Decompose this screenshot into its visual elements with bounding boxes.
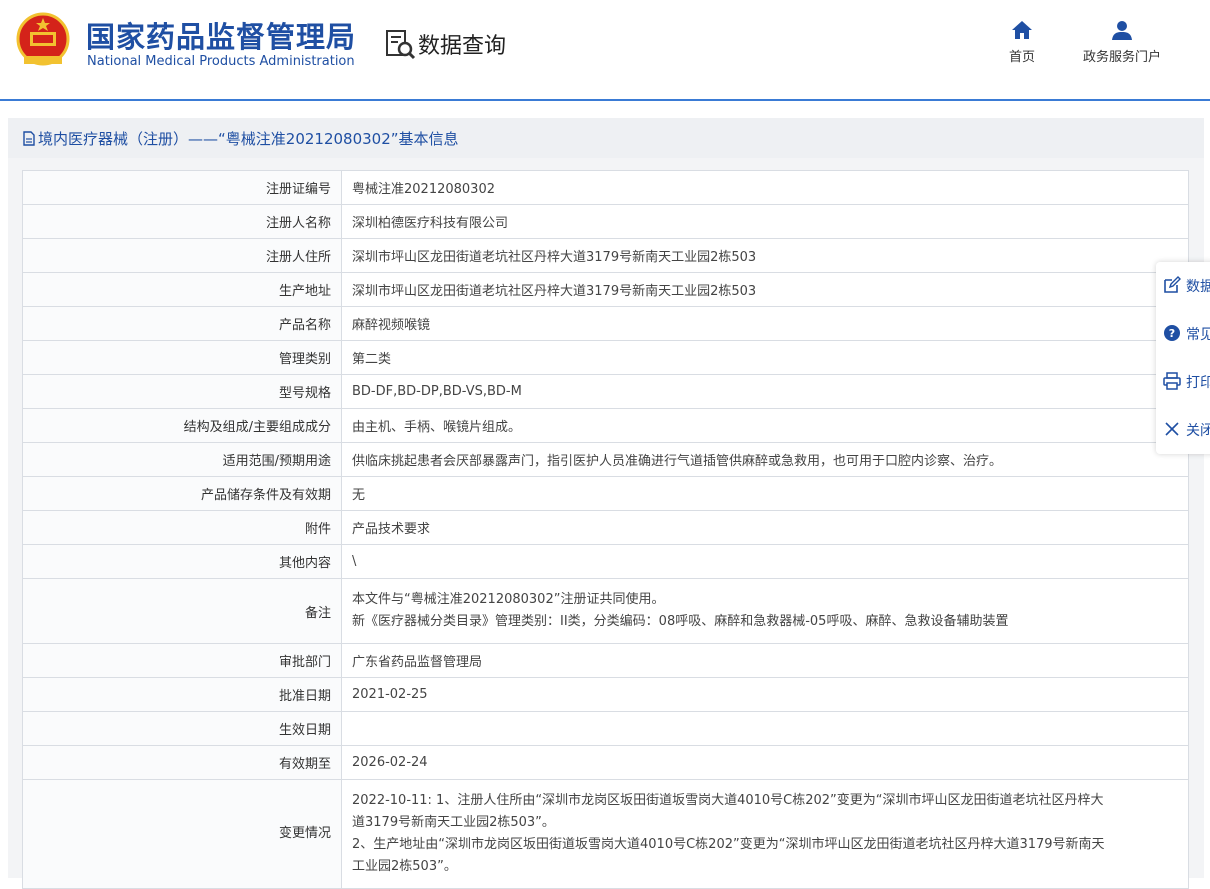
row-value: \ [341, 544, 1189, 579]
row-label: 管理类别 [22, 340, 342, 375]
table-row: 生产地址 深圳市坪山区龙田街道老坑社区丹梓大道3179号新南天工业园2栋503 [22, 272, 1189, 307]
table-row: 产品名称 麻醉视频喉镜 [22, 306, 1189, 341]
org-name-en: National Medical Products Administration [87, 54, 355, 69]
table-row: 管理类别 第二类 [22, 340, 1189, 375]
row-label: 变更情况 [22, 779, 342, 889]
toolbar-print-label: 打印 [1186, 375, 1210, 391]
row-label: 注册人名称 [22, 204, 342, 239]
row-label: 审批部门 [22, 643, 342, 678]
table-row: 注册证编号 粤械注准20212080302 [22, 170, 1189, 205]
row-value: 深圳市坪山区龙田街道老坑社区丹梓大道3179号新南天工业园2栋503 [341, 238, 1189, 273]
nav-portal-label: 政务服务门户 [1082, 50, 1161, 65]
row-value: 第二类 [341, 340, 1189, 375]
row-value: 2026-02-24 [341, 745, 1189, 780]
toolbar-close-label: 关闭 [1186, 423, 1210, 439]
table-row: 备注 本文件与“粤械注准20212080302”注册证共同使用。 新《医疗器械分… [22, 578, 1189, 644]
row-label: 附件 [22, 510, 342, 545]
toolbar-feedback-label: 数据 [1186, 279, 1210, 295]
table-row: 注册人名称 深圳柏德医疗科技有限公司 [22, 204, 1189, 239]
row-label: 注册人住所 [22, 238, 342, 273]
table-row: 有效期至 2026-02-24 [22, 745, 1189, 780]
row-label: 产品名称 [22, 306, 342, 341]
header-divider [0, 99, 1210, 101]
row-value-line: 2022-10-11: 1、注册人住所由“深圳市龙岗区坂田街道坂雪岗大道4010… [352, 793, 1104, 808]
table-row: 注册人住所 深圳市坪山区龙田街道老坑社区丹梓大道3179号新南天工业园2栋503 [22, 238, 1189, 273]
row-value: 本文件与“粤械注准20212080302”注册证共同使用。 新《医疗器械分类目录… [341, 578, 1189, 644]
info-table: 注册证编号 粤械注准20212080302 注册人名称 深圳柏德医疗科技有限公司… [22, 170, 1189, 889]
row-value: 无 [341, 476, 1189, 511]
data-query-icon [386, 30, 416, 60]
row-value: 深圳柏德医疗科技有限公司 [341, 204, 1189, 239]
document-icon [23, 131, 35, 146]
nav-home-label: 首页 [1008, 50, 1035, 65]
row-value: 麻醉视频喉镜 [341, 306, 1189, 341]
panel-title: 境内医疗器械（注册）——“粤械注准20212080302”基本信息 [22, 128, 459, 149]
row-value: 粤械注准20212080302 [341, 170, 1189, 205]
row-label: 批准日期 [22, 677, 342, 712]
toolbar-close-button[interactable]: 关闭 [1156, 406, 1210, 454]
edit-icon [1164, 276, 1181, 293]
org-name-cn: 国家药品监督管理局 [86, 20, 357, 54]
table-row: 其他内容 \ [22, 544, 1189, 579]
row-label: 备注 [22, 578, 342, 644]
site-header: 国家药品监督管理局 National Medical Products Admi… [0, 0, 1210, 100]
toolbar-print-button[interactable]: 打印 [1156, 358, 1210, 406]
home-icon [1012, 21, 1032, 39]
close-icon [1165, 422, 1179, 436]
row-value-line: 2、生产地址由“深圳市龙岗区坂田街道坂雪岗大道4010号C栋202”变更为“深圳… [352, 837, 1105, 852]
row-label: 注册证编号 [22, 170, 342, 205]
table-row: 批准日期 2021-02-25 [22, 677, 1189, 712]
user-icon [1112, 21, 1132, 40]
row-value: 广东省药品监督管理局 [341, 643, 1189, 678]
nav-portal-link[interactable]: 政务服务门户 [1074, 20, 1170, 65]
table-row: 生效日期 [22, 711, 1189, 746]
panel-title-text: 境内医疗器械（注册）——“粤械注准20212080302”基本信息 [38, 130, 459, 148]
table-row: 审批部门 广东省药品监督管理局 [22, 643, 1189, 678]
row-value-line: 道3179号新南天工业园2栋503”。 [352, 815, 555, 830]
row-value-line: 新《医疗器械分类目录》管理类别：II类，分类编码：08呼吸、麻醉和急救器械-05… [352, 614, 1009, 629]
row-value-line: 工业园2栋503”。 [352, 859, 457, 874]
row-value: BD-DF,BD-DP,BD-VS,BD-M [341, 374, 1189, 409]
toolbar-faq-label: 常见 [1186, 327, 1210, 343]
row-label: 产品储存条件及有效期 [22, 476, 342, 511]
section-title: 数据查询 [418, 34, 507, 59]
row-label: 生产地址 [22, 272, 342, 307]
svg-text:?: ? [1169, 327, 1175, 340]
row-value: 由主机、手柄、喉镜片组成。 [341, 408, 1189, 443]
table-row: 型号规格 BD-DF,BD-DP,BD-VS,BD-M [22, 374, 1189, 409]
national-emblem-icon [16, 12, 70, 66]
table-row: 产品储存条件及有效期 无 [22, 476, 1189, 511]
row-label: 生效日期 [22, 711, 342, 746]
row-value: 供临床挑起患者会厌部暴露声门，指引医护人员准确进行气道插管供麻醉或急救用，也可用… [341, 442, 1189, 477]
row-label: 有效期至 [22, 745, 342, 780]
row-label: 结构及组成/主要组成成分 [22, 408, 342, 443]
table-row: 适用范围/预期用途 供临床挑起患者会厌部暴露声门，指引医护人员准确进行气道插管供… [22, 442, 1189, 477]
row-value-line: 本文件与“粤械注准20212080302”注册证共同使用。 [352, 592, 665, 607]
row-value: 深圳市坪山区龙田街道老坑社区丹梓大道3179号新南天工业园2栋503 [341, 272, 1189, 307]
table-row: 结构及组成/主要组成成分 由主机、手柄、喉镜片组成。 [22, 408, 1189, 443]
nav-home-link[interactable]: 首页 [1000, 20, 1044, 65]
row-label: 适用范围/预期用途 [22, 442, 342, 477]
table-row: 附件 产品技术要求 [22, 510, 1189, 545]
toolbar-feedback-button[interactable]: 数据 [1156, 262, 1210, 310]
row-value: 产品技术要求 [341, 510, 1189, 545]
print-icon [1163, 372, 1181, 390]
floating-toolbar: 数据 ? 常见 打印 关闭 [1156, 262, 1210, 454]
row-label: 其他内容 [22, 544, 342, 579]
row-value: 2022-10-11: 1、注册人住所由“深圳市龙岗区坂田街道坂雪岗大道4010… [341, 779, 1189, 889]
table-row: 变更情况 2022-10-11: 1、注册人住所由“深圳市龙岗区坂田街道坂雪岗大… [22, 779, 1189, 889]
panel-title-bar: 境内医疗器械（注册）——“粤械注准20212080302”基本信息 [8, 118, 1204, 158]
row-value: 2021-02-25 [341, 677, 1189, 712]
toolbar-faq-button[interactable]: ? 常见 [1156, 310, 1210, 358]
row-label: 型号规格 [22, 374, 342, 409]
row-value [341, 711, 1189, 746]
question-icon: ? [1164, 325, 1180, 341]
